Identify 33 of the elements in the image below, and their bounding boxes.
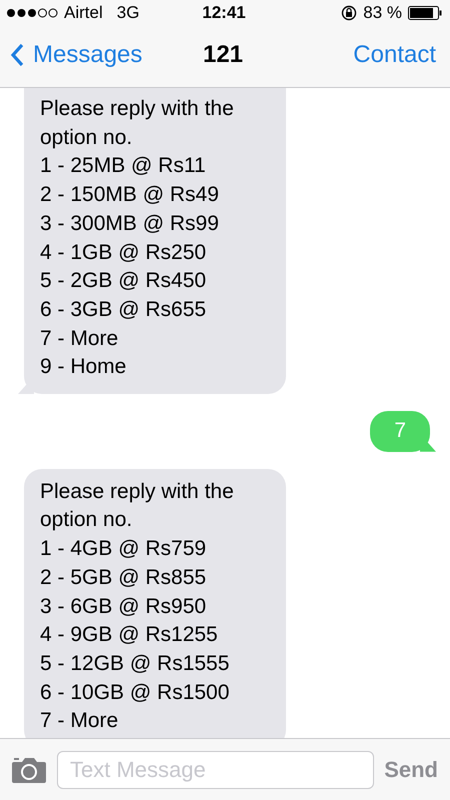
message-line: 7 - More <box>40 326 120 352</box>
message-line: 4 - 9GB @ Rs1255 <box>40 622 219 648</box>
message-line: Please reply with the <box>40 478 235 505</box>
carrier-name: Airtel <box>64 3 103 23</box>
message-line: 1 - 25MB @ Rs11 <box>40 153 207 180</box>
message-line: 3 - 6GB @ Rs950 <box>40 594 208 620</box>
message-line: 5 - 2GB @ Rs450 <box>40 268 208 294</box>
message-line: 2 - 5GB @ Rs855 <box>40 564 208 591</box>
rotation-lock-icon <box>341 5 358 21</box>
conversation-title: 121 <box>202 40 244 68</box>
message-line: 6 - 3GB @ Rs655 <box>40 296 208 323</box>
clock-time: 12:41 <box>202 3 246 23</box>
message-line: 5 - 12GB @ Rs1555 <box>40 650 230 677</box>
back-button[interactable]: Messages <box>10 40 203 68</box>
message-line: 7 - More <box>40 708 120 734</box>
message-line: 2 - 150MB @ Rs49 <box>40 182 220 208</box>
chevron-left-icon[interactable] <box>10 42 25 66</box>
network-type: 3G <box>116 3 140 23</box>
message-line: Please reply with the <box>40 96 235 122</box>
battery-icon <box>408 6 442 20</box>
camera-icon[interactable] <box>11 756 47 782</box>
signal-icon <box>6 8 58 18</box>
message-line: 7 <box>394 418 406 444</box>
battery-percent: 83 % <box>363 3 402 23</box>
message-line: 6 - 10GB @ Rs1500 <box>40 680 230 706</box>
message-line: 1 - 4GB @ Rs759 <box>40 536 208 562</box>
message-input-field[interactable]: Text Message <box>57 750 374 788</box>
message-line: 9 - Home <box>40 354 128 380</box>
message-line: option no. <box>40 507 134 534</box>
message-line: 4 - 1GB @ Rs250 <box>40 240 208 266</box>
message-line: option no. <box>40 124 134 151</box>
contact-button[interactable]: Contact <box>243 40 436 68</box>
message-line: 3 - 300MB @ Rs99 <box>40 210 220 237</box>
